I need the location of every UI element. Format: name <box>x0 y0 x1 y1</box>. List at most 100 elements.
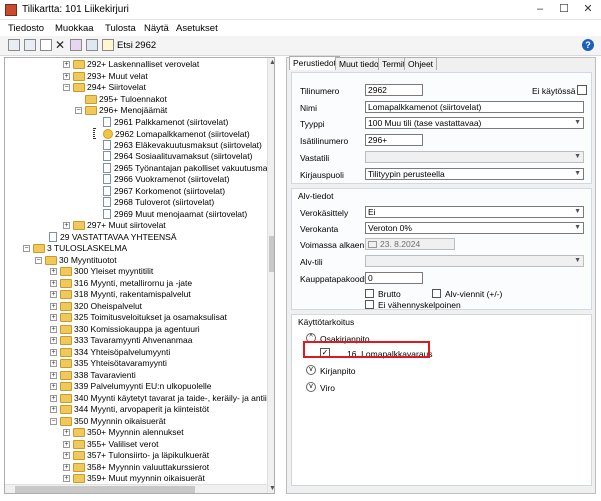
expand-icon[interactable]: + <box>50 325 57 333</box>
document-icon <box>103 197 111 207</box>
kauppatapakoodi-input[interactable]: 0 <box>365 272 423 284</box>
tree-node-label: 2969 Muut menojaamat (siirtovelat) <box>114 208 248 219</box>
highlight-box <box>303 341 430 358</box>
expand-icon[interactable]: + <box>63 222 70 229</box>
expand-icon[interactable]: + <box>50 279 57 287</box>
help-icon[interactable]: ? <box>582 39 594 51</box>
folder-icon <box>73 428 85 437</box>
isatili-input[interactable]: 296+ <box>365 134 423 146</box>
chevron-down-icon: ▼ <box>574 224 581 231</box>
expand-icon[interactable]: + <box>50 337 57 344</box>
menu-muokkaa[interactable]: Muokkaa <box>55 23 94 34</box>
tree-node-label: 2966 Vuokramenot (siirtovelat) <box>114 174 230 184</box>
menu-tiedosto[interactable]: Tiedosto <box>8 23 44 34</box>
verokanta-select[interactable]: Veroton 0% ▼ <box>365 222 584 234</box>
menu-nayta[interactable]: Näytä <box>144 23 169 34</box>
expand-icon[interactable]: + <box>50 360 57 367</box>
expand-icon[interactable]: + <box>63 452 70 459</box>
expand-icon[interactable]: + <box>50 291 57 298</box>
expand-icon[interactable]: + <box>50 371 57 379</box>
expand-icon[interactable]: + <box>63 463 70 471</box>
kirjauspuoli-select[interactable]: Tilityypin perusteella ▼ <box>365 168 584 180</box>
nimi-label: Nimi <box>300 103 317 113</box>
collapse-icon[interactable]: − <box>63 84 70 91</box>
folder-icon <box>45 255 57 265</box>
tree-node-label: 2968 Tuloverot (siirtovelat) <box>114 197 215 207</box>
delete-icon[interactable]: ✕ <box>55 38 65 52</box>
expand-icon[interactable]: v <box>306 382 316 392</box>
expand-icon[interactable]: + <box>50 383 57 390</box>
tree-node-label: 358+ Myynnin valuuttakurssierot <box>87 461 210 472</box>
new-document-icon[interactable] <box>40 39 52 51</box>
scroll-up-icon[interactable]: ▲ <box>268 58 274 67</box>
scroll-thumb[interactable] <box>269 236 274 272</box>
folder-icon <box>60 416 72 426</box>
nimi-input[interactable]: Lomapalkkamenot (siirtovelat) <box>365 101 584 113</box>
expand-icon[interactable]: + <box>63 61 70 68</box>
hscroll-thumb[interactable] <box>15 486 195 493</box>
alv-viennit-checkbox[interactable] <box>432 289 441 298</box>
folder-icon <box>73 451 85 460</box>
expand-icon[interactable]: + <box>50 394 57 402</box>
tree-icon[interactable] <box>70 39 82 51</box>
tree-node-label: 30 Myyntituotot <box>59 254 117 265</box>
account-tree[interactable]: +292+ Laskennalliset verovelat +293+ Muut… <box>4 57 275 494</box>
close-button[interactable]: ✕ <box>576 2 600 17</box>
expand-icon[interactable]: + <box>50 268 57 275</box>
chevron-down-icon: ▼ <box>574 257 581 264</box>
chevron-down-icon: ▼ <box>574 153 581 160</box>
folder-icon <box>60 405 72 414</box>
menu-tulosta[interactable]: Tulosta <box>105 23 136 34</box>
kirjanpito-header[interactable]: Kirjanpito <box>320 366 355 376</box>
menu-asetukset[interactable]: Asetukset <box>176 23 218 34</box>
basic-info-group: Tilinumero 2962 Ei käytössä Nimi Lomapal… <box>291 72 592 184</box>
collapse-icon[interactable]: − <box>35 256 42 264</box>
brutto-checkbox[interactable] <box>365 289 374 298</box>
viro-header[interactable]: Viro <box>320 383 335 393</box>
tab-perustiedot[interactable]: Perustiedot <box>289 56 340 70</box>
maximize-button[interactable]: ☐ <box>552 2 576 17</box>
date-checkbox[interactable] <box>368 241 377 249</box>
search-input[interactable]: 2962 <box>135 40 156 51</box>
verokasittely-value: Ei <box>368 207 376 217</box>
tree-vertical-scrollbar[interactable]: ▲ ▼ <box>267 58 274 493</box>
expand-icon[interactable]: + <box>63 72 70 80</box>
tree-node-label: 359+ Muut myynnin oikaisuerät <box>87 473 205 483</box>
expand-icon[interactable]: + <box>63 440 70 448</box>
kayttotarkoitus-title: Käyttötarkoitus <box>298 317 355 327</box>
tyyppi-value: 100 Muu tili (tase vastattavaa) <box>368 118 482 128</box>
tyyppi-select[interactable]: 100 Muu tili (tase vastattavaa) ▼ <box>365 117 584 129</box>
tab-ohjeet[interactable]: Ohjeet <box>404 57 438 70</box>
vastatili-select[interactable]: ▼ <box>365 151 584 163</box>
expand-icon[interactable]: + <box>50 314 57 321</box>
tree-node-label: 339 Palvelumyynti EU:n ulkopuolelle <box>74 381 212 391</box>
tree-node-label: 325 Toimitusveloitukset ja osamaksulisat <box>74 312 227 322</box>
scroll-down-icon[interactable]: ▼ <box>268 484 274 493</box>
tree-node-label: 294+ Siirtovelat <box>87 82 146 92</box>
verokasittely-select[interactable]: Ei ▼ <box>365 206 584 218</box>
tilinumero-input[interactable]: 2962 <box>365 84 423 96</box>
print-icon[interactable] <box>86 39 98 51</box>
tree-horizontal-scrollbar[interactable] <box>5 484 267 493</box>
document-icon <box>103 116 111 127</box>
ei-kaytossa-checkbox[interactable] <box>577 85 587 95</box>
collapse-icon[interactable]: − <box>50 417 57 425</box>
collapse-icon[interactable]: − <box>75 107 82 114</box>
expand-icon[interactable]: + <box>50 348 57 356</box>
voimassa-date-input[interactable]: 23. 8.2024 <box>365 238 455 250</box>
save-icon[interactable] <box>24 39 36 51</box>
alvtili-select[interactable]: ▼ <box>365 255 584 267</box>
alv-title: Alv-tiedot <box>298 191 334 201</box>
collapse-icon[interactable]: − <box>23 245 30 252</box>
expand-icon[interactable]: + <box>63 475 70 482</box>
search-icon[interactable] <box>102 39 114 51</box>
expand-icon[interactable]: + <box>63 429 70 436</box>
expand-icon[interactable]: + <box>50 406 57 413</box>
edit-icon[interactable] <box>8 39 20 51</box>
ei-vahennyskelpoinen-checkbox[interactable] <box>365 300 374 309</box>
tree-node[interactable]: 2962 Lomapalkkamenot (siirtovelat) <box>93 128 250 139</box>
expand-icon[interactable]: + <box>50 302 57 310</box>
tree-node-label: 295+ Tuloennakot <box>99 93 167 104</box>
minimize-button[interactable]: – <box>528 2 552 17</box>
expand-icon[interactable]: v <box>306 365 316 375</box>
